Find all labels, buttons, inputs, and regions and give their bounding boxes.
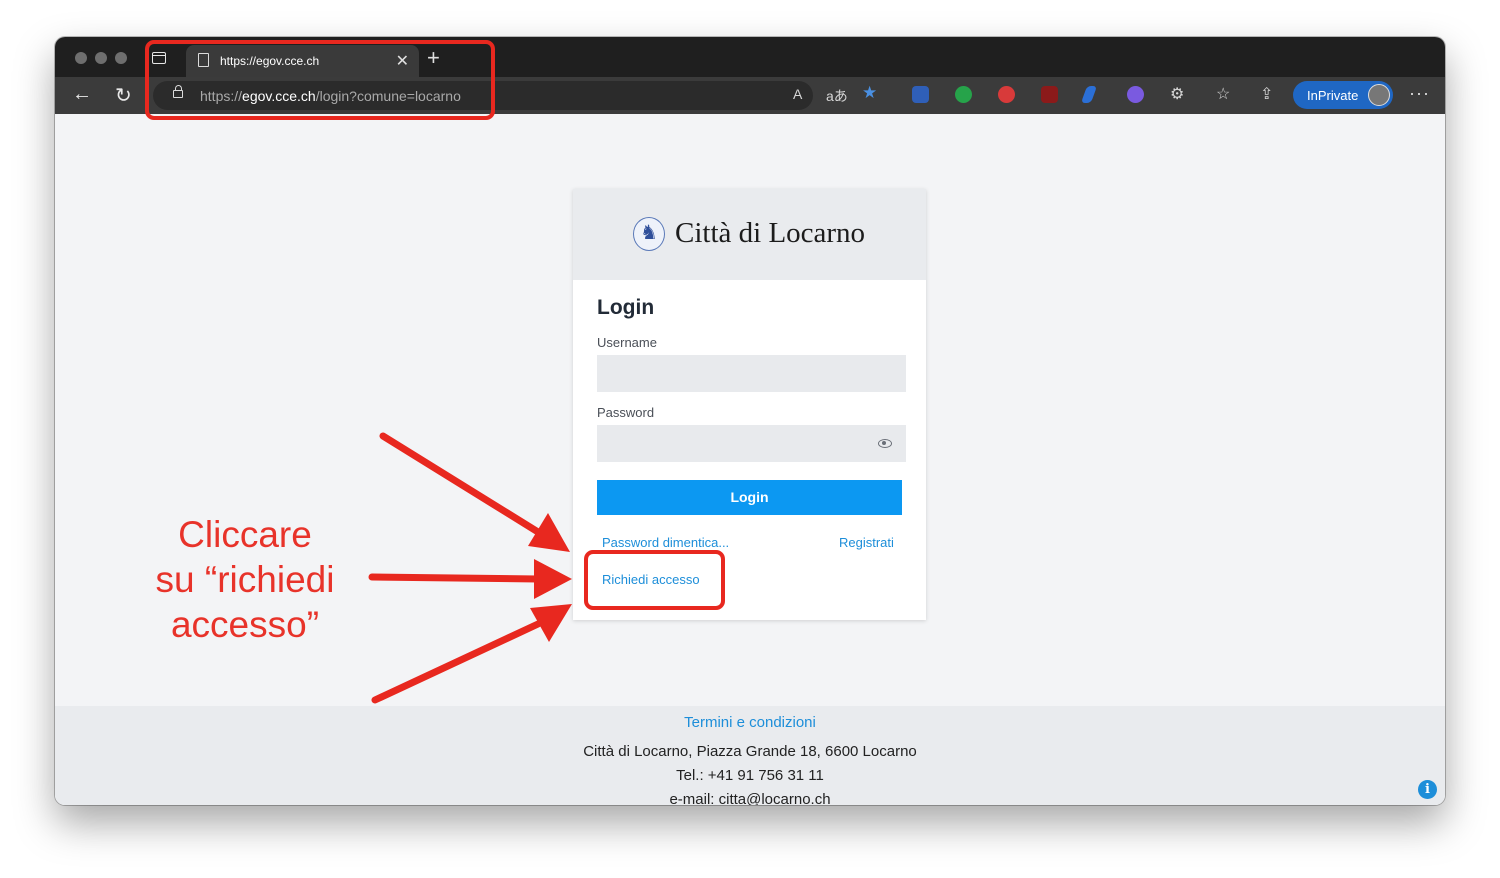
instruction-callout: Cliccare su “richiedi accesso” [120, 512, 370, 647]
arrow-middle-head [534, 559, 572, 599]
annotation-arrows [368, 432, 572, 704]
callout-line-1: Cliccare [178, 514, 312, 555]
arrow-bottom-line [371, 620, 542, 704]
callout-line-3: accesso” [170, 604, 320, 645]
arrow-middle-line [368, 573, 542, 583]
arrow-top-line [379, 432, 542, 536]
callout-line-2: su “richiedi [155, 559, 335, 600]
